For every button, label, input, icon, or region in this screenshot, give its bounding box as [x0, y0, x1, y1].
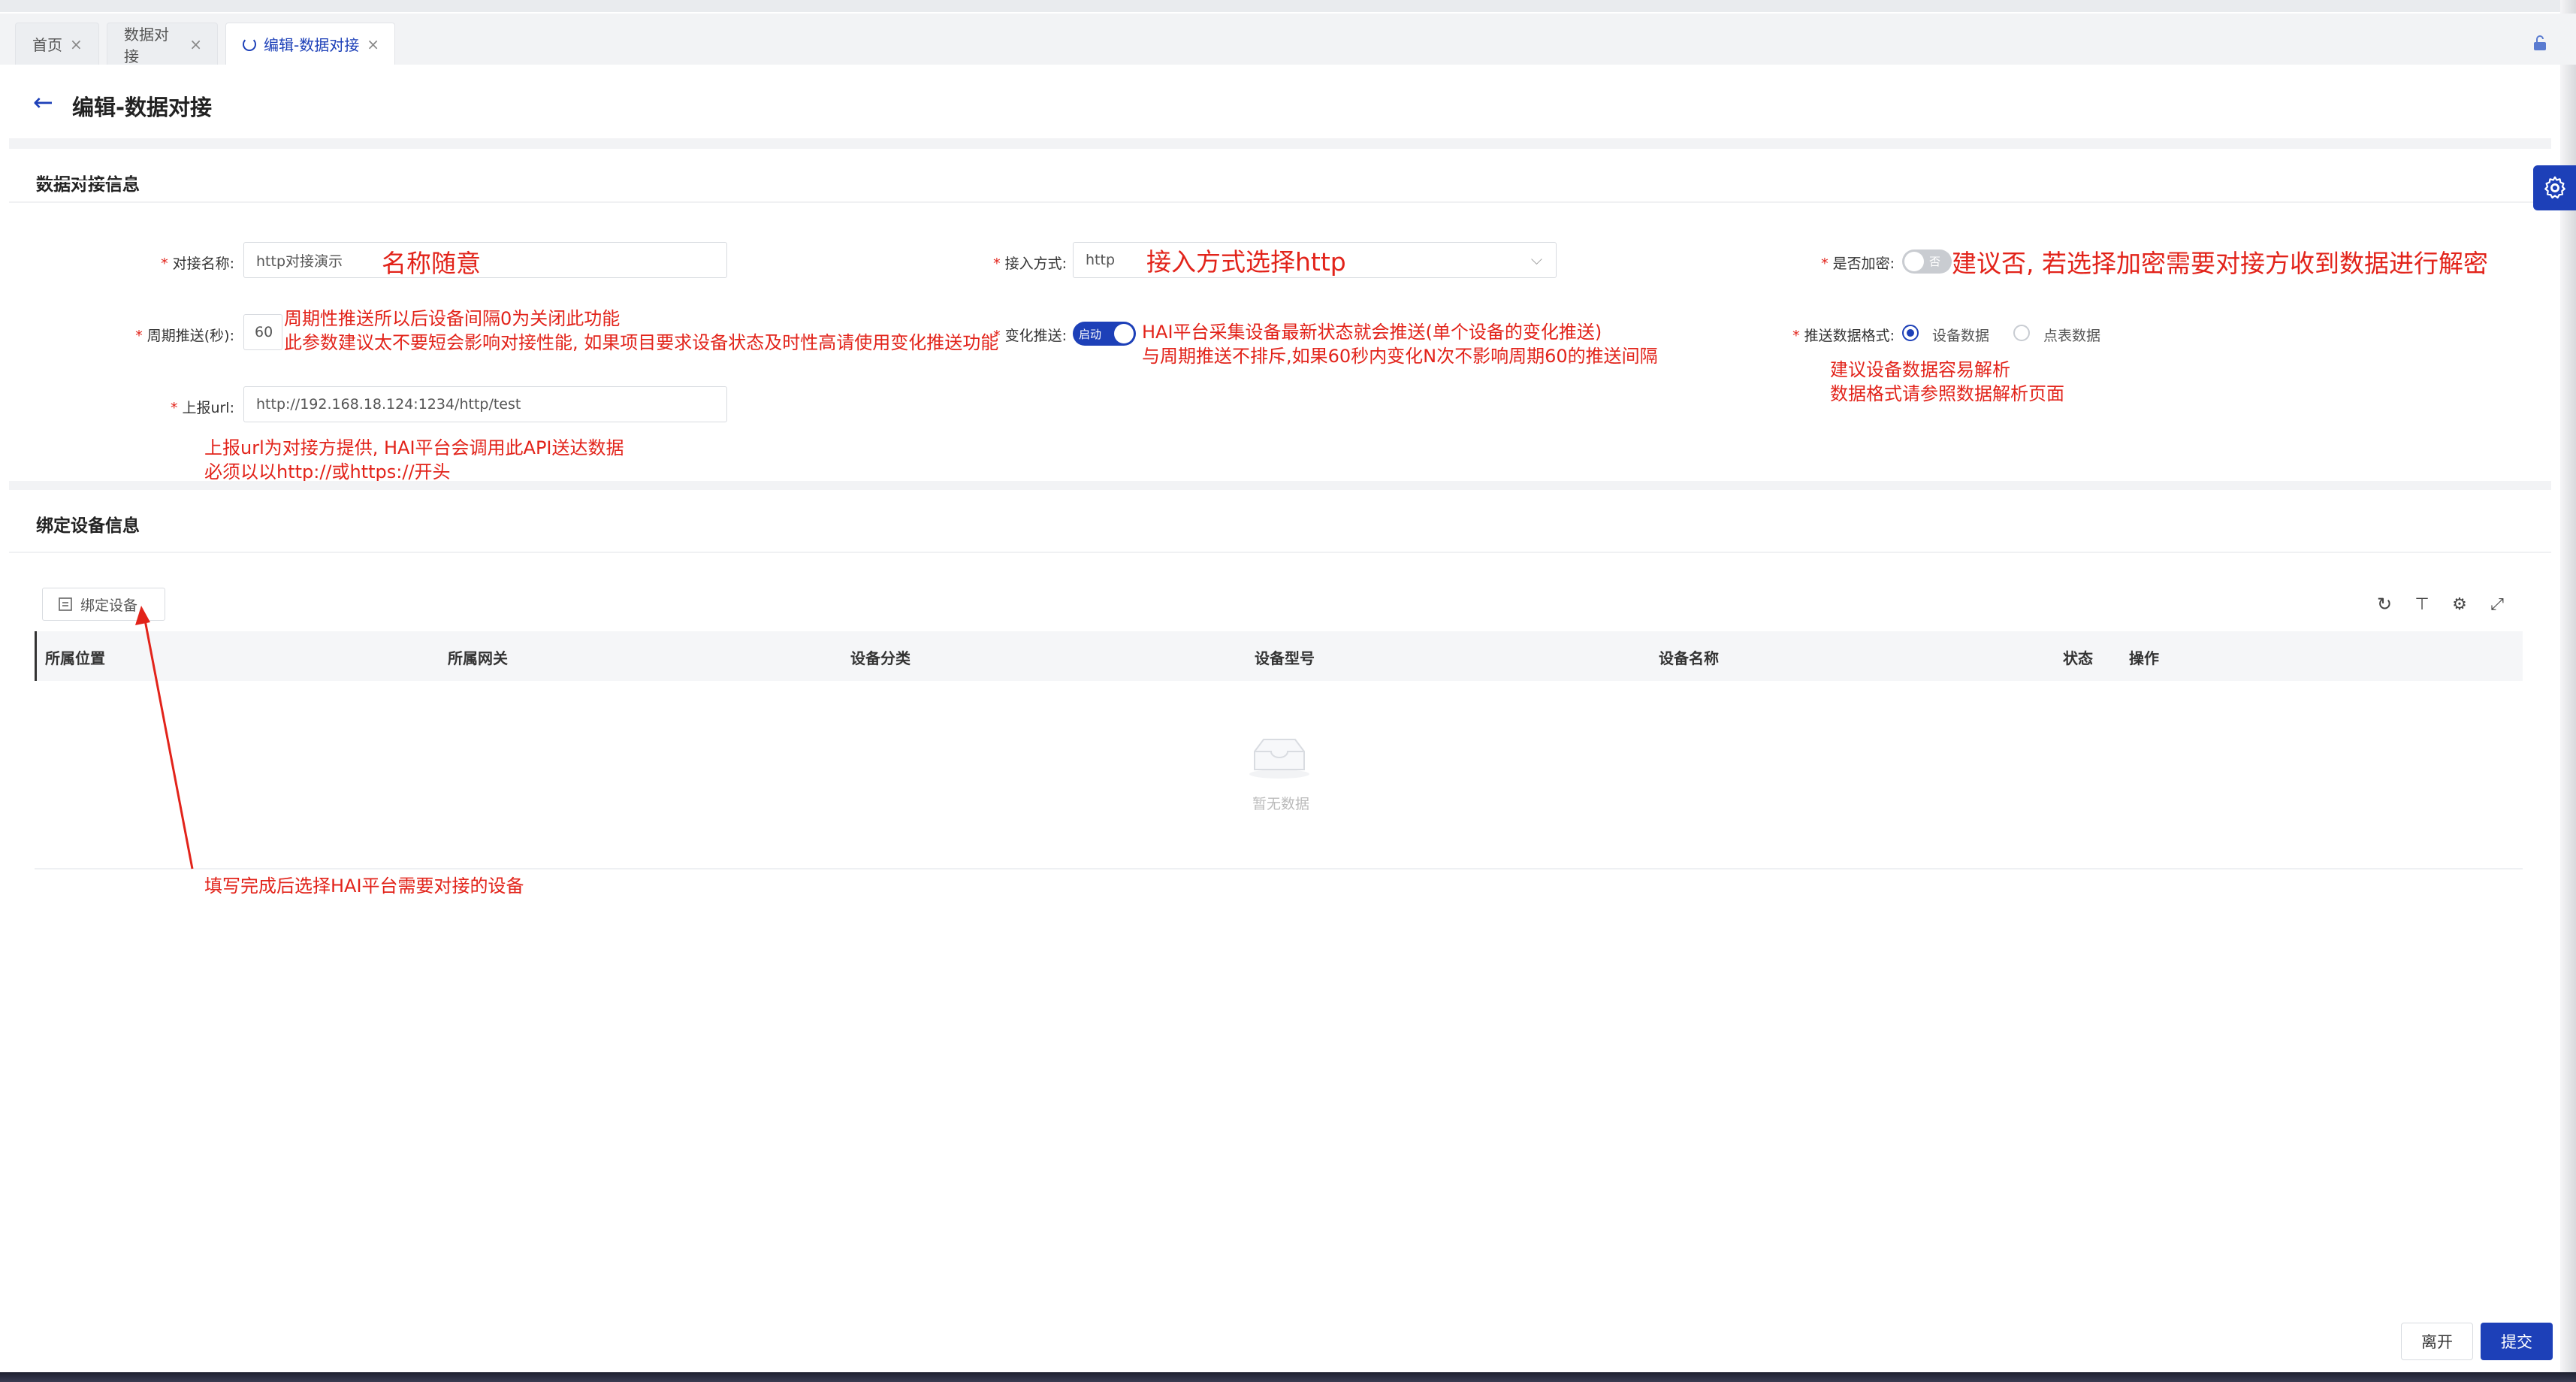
period-input[interactable]: 60	[243, 314, 282, 350]
page-header	[9, 66, 2551, 138]
tab-label: 首页	[32, 36, 62, 54]
close-icon[interactable]: ×	[70, 35, 83, 53]
tab-label: 编辑-数据对接	[264, 36, 360, 54]
annotation-access-mode: 接入方式选择http	[1146, 247, 1346, 277]
tab-edit-data-integration[interactable]: 编辑-数据对接 ×	[225, 23, 395, 65]
close-icon[interactable]: ×	[367, 35, 379, 53]
column-header: 状态	[2063, 649, 2093, 667]
empty-text: 暂无数据	[1252, 796, 1309, 812]
empty-box-icon	[1249, 739, 1309, 779]
toggle-text: 启动	[1079, 328, 1102, 341]
tab-bar: 首页 × 数据对接 × 编辑-数据对接 ×	[0, 14, 2576, 65]
encrypt-toggle[interactable]: 否	[1902, 249, 1952, 274]
refresh-icon[interactable]: ↻	[2374, 594, 2395, 615]
radio-device-data[interactable]	[1902, 325, 1919, 341]
column-header: 所属位置	[45, 649, 105, 667]
annotation-period-1: 周期性推送所以后设备间隔0为关闭此功能	[284, 308, 621, 329]
window-bottom-edge	[0, 1372, 2576, 1382]
field-label-change-push: * 变化推送:	[993, 328, 1067, 344]
table-bottom-line	[35, 868, 2523, 869]
fullscreen-icon[interactable]: ⤢	[2487, 594, 2508, 615]
annotation-format-2: 数据格式请参照数据解析页面	[1830, 383, 2064, 404]
toggle-text: 否	[1929, 255, 1941, 268]
tab-home[interactable]: 首页 ×	[15, 23, 99, 65]
gear-icon	[2544, 176, 2565, 199]
tab-label: 数据对接	[124, 25, 169, 65]
column-header: 设备分类	[850, 649, 911, 667]
divider	[9, 552, 2551, 553]
settings-gear-button[interactable]	[2533, 165, 2576, 210]
section-title: 数据对接信息	[36, 175, 140, 195]
chevron-down-icon: ⌵	[1530, 250, 1542, 268]
radio-label: 设备数据	[1932, 328, 1990, 344]
field-label-push-format: * 推送数据格式:	[1792, 328, 1895, 344]
select-value: http	[1086, 252, 1116, 268]
tab-data-integration[interactable]: 数据对接 ×	[107, 23, 218, 65]
submit-button[interactable]: 提交	[2481, 1323, 2553, 1360]
lock-icon[interactable]	[2532, 35, 2548, 51]
refresh-icon	[243, 37, 256, 51]
name-input[interactable]: http对接演示	[243, 242, 727, 278]
window-top-strip	[0, 0, 2576, 12]
annotation-bind: 填写完成后选择HAI平台需要对接的设备	[204, 875, 524, 897]
close-icon[interactable]: ×	[189, 35, 202, 53]
toggle-knob	[1114, 324, 1134, 343]
column-height-icon[interactable]: ⊤	[2411, 594, 2433, 615]
annotation-change-2: 与周期推送不排斥,如果60秒内变化N次不影响周期60的推送间隔	[1142, 346, 1658, 367]
back-arrow-icon[interactable]: ←	[33, 89, 53, 116]
field-label-name: * 对接名称:	[161, 256, 234, 272]
list-icon	[59, 597, 72, 611]
annotation-name: 名称随意	[382, 249, 481, 278]
page-title: 编辑-数据对接	[72, 95, 213, 120]
field-label-encrypt: * 是否加密:	[1821, 256, 1895, 272]
toggle-knob	[1904, 252, 1924, 271]
annotation-period-2: 此参数建议太不要短会影响对接性能, 如果项目要求设备状态及时性高请使用变化推送功…	[284, 332, 999, 353]
annotation-change-1: HAI平台采集设备最新状态就会推送(单个设备的变化推送)	[1142, 322, 1602, 343]
report-url-input[interactable]: http://192.168.18.124:1234/http/test	[243, 386, 727, 422]
column-header: 设备名称	[1659, 649, 1719, 667]
section-header-rule	[9, 180, 2551, 182]
column-header: 操作	[2129, 649, 2159, 667]
change-push-toggle[interactable]: 启动	[1073, 322, 1136, 346]
field-label-report-url: * 上报url:	[170, 400, 234, 416]
divider	[9, 138, 2551, 149]
radio-point-data[interactable]	[2013, 325, 2030, 341]
annotation-encrypt: 建议否, 若选择加密需要对接方收到数据进行解密	[1952, 249, 2488, 278]
annotation-url-1: 上报url为对接方提供, HAI平台会调用此API送达数据	[204, 437, 624, 458]
divider	[9, 201, 2551, 203]
column-header: 设备型号	[1255, 649, 1315, 667]
field-label-access-mode: * 接入方式:	[993, 256, 1067, 272]
settings-icon[interactable]: ⚙	[2449, 594, 2470, 615]
field-label-period: * 周期推送(秒):	[135, 328, 234, 344]
divider	[9, 481, 2551, 490]
section-title: 绑定设备信息	[36, 516, 140, 536]
leave-button[interactable]: 离开	[2401, 1323, 2473, 1360]
annotation-format-1: 建议设备数据容易解析	[1830, 359, 2010, 380]
column-header: 所属网关	[448, 649, 508, 667]
annotation-arrow	[135, 606, 194, 869]
radio-label: 点表数据	[2043, 328, 2101, 344]
